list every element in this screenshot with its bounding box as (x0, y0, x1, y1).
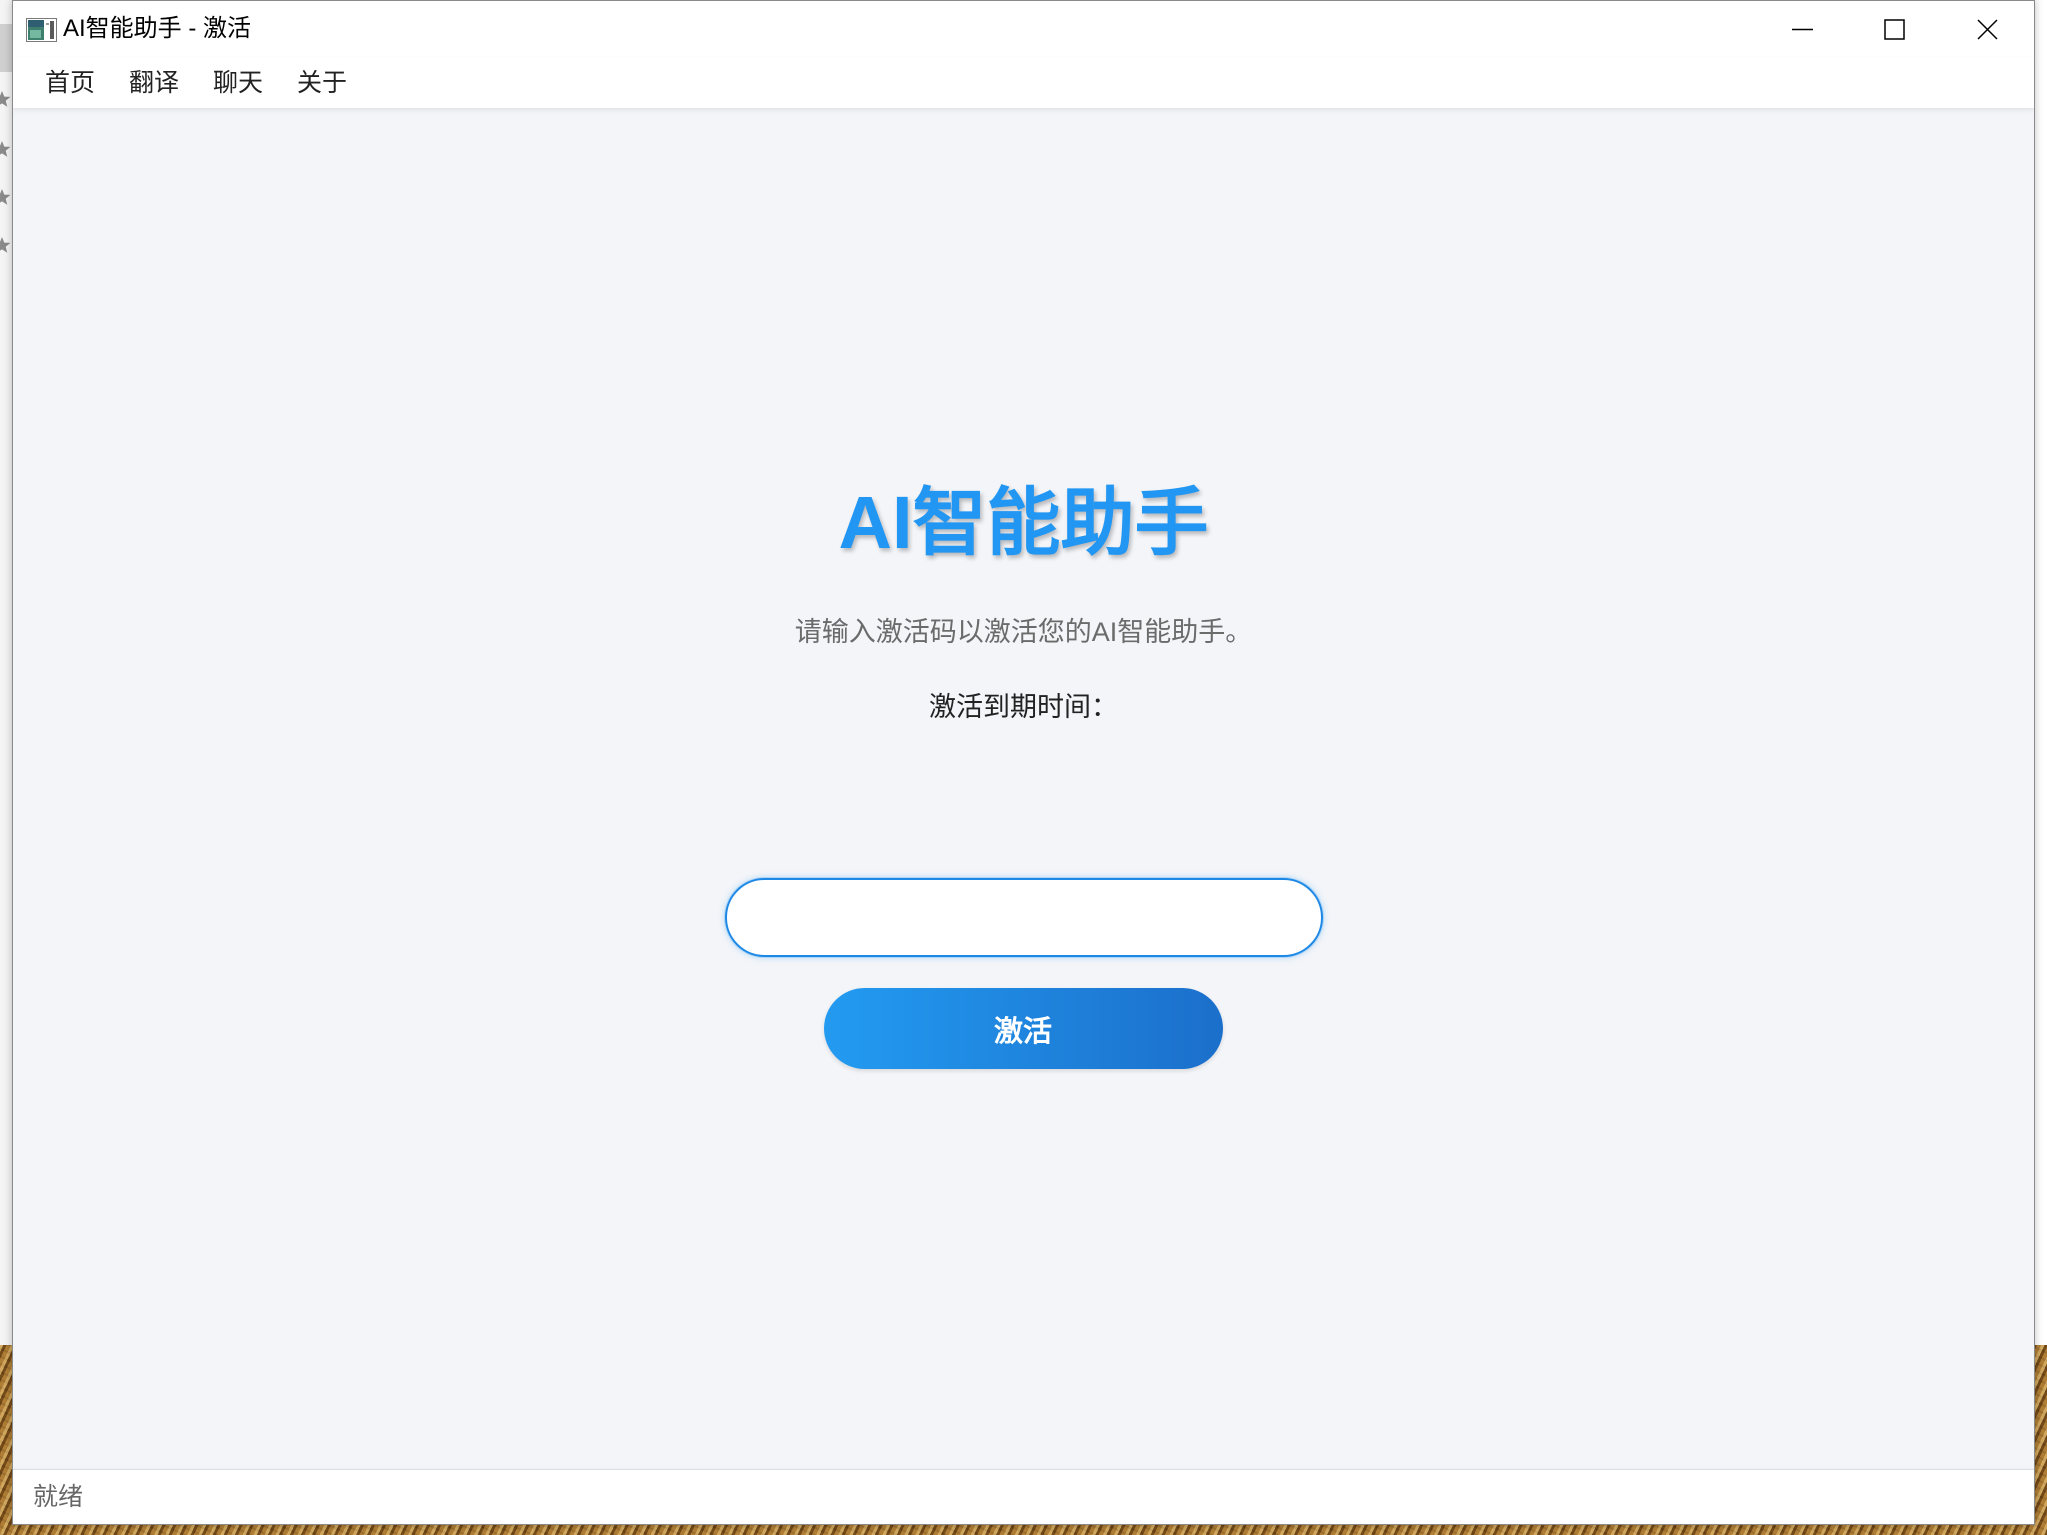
background-window-toolbar (0, 24, 12, 72)
activation-code-input[interactable] (724, 878, 1323, 957)
star-icon (0, 141, 11, 157)
page-title: AI智能助手 (838, 481, 1209, 564)
maximize-icon (1883, 18, 1905, 40)
close-button[interactable] (1940, 1, 2034, 57)
menu-item-home[interactable]: 首页 (28, 57, 112, 108)
activate-button[interactable]: 激活 (823, 988, 1223, 1069)
activation-instructions: 请输入激活码以激活您的AI智能助手。 (794, 617, 1253, 647)
minimize-button[interactable] (1756, 1, 1848, 57)
activation-panel: AI智能助手 请输入激活码以激活您的AI智能助手。 激活到期时间： 激活 (13, 109, 2034, 1469)
menu-item-translate[interactable]: 翻译 (112, 57, 196, 108)
close-icon (1976, 18, 1998, 40)
menu-item-chat[interactable]: 聊天 (196, 57, 280, 108)
star-icon (0, 91, 11, 107)
status-text: 就绪 (33, 1483, 84, 1511)
expiry-label: 激活到期时间： (929, 692, 1118, 722)
window-title: AI智能助手 - 激活 (63, 15, 252, 42)
menu-bar: 首页 翻译 聊天 关于 (13, 57, 2034, 109)
maximize-button[interactable] (1848, 1, 1940, 57)
status-bar: 就绪 (13, 1469, 2034, 1524)
title-bar[interactable]: AI智能助手 - 激活 (13, 1, 2034, 57)
star-icon (0, 189, 11, 205)
app-window-icon (26, 18, 57, 42)
minimize-icon (1791, 28, 1813, 30)
app-window: AI智能助手 - 激活 首页 翻译 聊天 关于 AI智能助手 请输入激活码以激活… (12, 0, 2035, 1525)
window-controls (1756, 1, 2034, 57)
star-icon (0, 237, 11, 253)
menu-item-about[interactable]: 关于 (280, 57, 364, 108)
